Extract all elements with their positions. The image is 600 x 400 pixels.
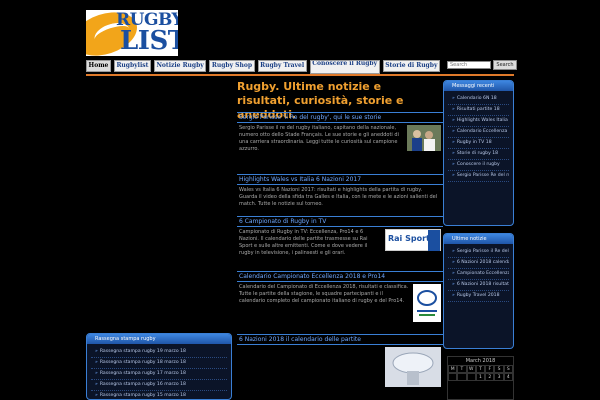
search-input[interactable]: Search xyxy=(447,61,491,69)
main-nav: Home Rugbylist Notizie Rugby Rugby Shop … xyxy=(86,60,440,74)
calendar-day xyxy=(466,373,476,381)
post-item: 6 Nazioni 2018 il calendario delle parti… xyxy=(237,334,443,387)
recent-messages-widget: Messaggi recenti Calendario 6N 18 Risult… xyxy=(443,80,514,226)
weekday-label: T xyxy=(475,365,486,373)
rai-sport-logo[interactable]: Rai Sport 1 xyxy=(385,229,441,251)
list-item[interactable]: Storie di rugby 18 xyxy=(448,149,509,160)
list-item[interactable]: Calendario Eccellenza xyxy=(448,127,509,138)
list-item[interactable]: Risultati partite 18 xyxy=(448,105,509,116)
rai-sport-logo-badge xyxy=(428,230,440,251)
post-excerpt: Wales vs Italia 6 Nazioni 2017: risultat… xyxy=(239,187,438,207)
latest-news-list: Sergio Parisse il Re del rugby 18 6 Nazi… xyxy=(444,244,513,305)
recent-messages-list: Calendario 6N 18 Risultati partite 18 Hi… xyxy=(444,91,513,185)
calendar-widget: March 2018 M T W T F S S 1 2 3 4 xyxy=(447,356,514,400)
calendar-day[interactable]: 1 xyxy=(475,373,486,381)
calendar-day[interactable]: 3 xyxy=(494,373,504,381)
calendar-day xyxy=(457,373,467,381)
post-excerpt: Rai Sport 1 Campionato di Rugby in TV: E… xyxy=(237,227,443,259)
post-title-link[interactable]: Sergio Parisse 'il Re del rugby', qui le… xyxy=(237,112,443,123)
nav-rugby-shop[interactable]: Rugby Shop xyxy=(209,60,255,72)
list-item[interactable]: Rassegna stampa rugby 18 marzo 18 xyxy=(91,358,227,369)
list-item[interactable]: Rassegna stampa rugby 19 marzo 18 xyxy=(91,347,227,358)
list-item[interactable]: Calendario 6N 18 xyxy=(448,94,509,105)
list-item[interactable]: 6 Nazioni 2018 calendario xyxy=(448,258,509,269)
calendar-weekdays: M T W T F S S xyxy=(448,365,513,373)
list-item[interactable]: Sergio Parisse Re del rugby xyxy=(448,171,509,182)
site-logo[interactable]: RUGBY LIST xyxy=(86,10,178,56)
list-item[interactable]: Rugby Travel 2018 xyxy=(448,291,509,302)
post-title-link[interactable]: 6 Campionato di Rugby in TV xyxy=(237,216,443,227)
calendar-week: 1 2 3 4 xyxy=(448,373,513,381)
post-excerpt-text: Calendario del Campionato di Eccellenza … xyxy=(239,284,409,304)
list-item[interactable]: Sergio Parisse il Re del rugby 18 xyxy=(448,247,509,258)
post-excerpt-text: Campionato di Rugby in TV: Eccellenza, P… xyxy=(239,229,368,256)
search-button[interactable]: Search xyxy=(493,60,517,70)
nav-conoscere-il-rugby[interactable]: Conoscere il Rugby xyxy=(309,60,380,74)
widget-title: Messaggi recenti xyxy=(444,81,513,91)
logo-text-list: LIST xyxy=(120,26,178,56)
nav-storie-di-rugby[interactable]: Storie di Rugby xyxy=(382,60,440,72)
post-item: 6 Campionato di Rugby in TV Rai Sport 1 … xyxy=(237,216,443,259)
weekday-label: T xyxy=(457,365,467,373)
nav-home[interactable]: Home xyxy=(86,60,111,72)
six-nations-trophy-image[interactable] xyxy=(385,347,441,387)
post-item: Calendario Campionato Eccellenza 2018 e … xyxy=(237,271,443,322)
list-item[interactable]: 6 Nazioni 2018 risultati xyxy=(448,280,509,291)
nav-rugbylist[interactable]: Rugbylist xyxy=(113,60,151,72)
post-item: Sergio Parisse 'il Re del rugby', qui le… xyxy=(237,112,443,155)
post-title-link[interactable]: Highlights Wales vs Italia 6 Nazioni 201… xyxy=(237,174,443,185)
list-item[interactable]: Highlights Wales Italia xyxy=(448,116,509,127)
calendar-day xyxy=(448,373,458,381)
widget-title: Ultime notizie xyxy=(444,234,513,244)
post-excerpt xyxy=(237,345,443,387)
post-title-link[interactable]: Calendario Campionato Eccellenza 2018 e … xyxy=(237,271,443,282)
list-item[interactable]: Rassegna stampa rugby 16 marzo 18 xyxy=(91,380,227,391)
nav-notizie-rugby[interactable]: Notizie Rugby xyxy=(153,60,207,72)
post-item: Highlights Wales vs Italia 6 Nazioni 201… xyxy=(237,174,443,210)
calendar-day[interactable]: 2 xyxy=(485,373,495,381)
calendar-title: March 2018 xyxy=(465,358,496,364)
post-thumbnail-image[interactable] xyxy=(407,125,441,151)
weekday-label: S xyxy=(494,365,504,373)
weekday-label: W xyxy=(466,365,476,373)
weekday-label: F xyxy=(485,365,495,373)
nav-divider xyxy=(86,74,514,76)
list-item[interactable]: Campionato Eccellenza 18 xyxy=(448,269,509,280)
list-item[interactable]: Rassegna stampa rugby 15 marzo 18 xyxy=(91,391,227,399)
calendar-day[interactable]: 4 xyxy=(503,373,513,381)
nav-rugby-travel[interactable]: Rugby Travel xyxy=(257,60,307,72)
post-title-link[interactable]: 6 Nazioni 2018 il calendario delle parti… xyxy=(237,334,443,345)
federugby-logo-image[interactable] xyxy=(413,284,441,322)
post-excerpt: Calendario del Campionato di Eccellenza … xyxy=(237,282,443,322)
press-review-widget: Rassegna stampa rugby Rassegna stampa ru… xyxy=(86,333,232,400)
widget-title: Rassegna stampa rugby xyxy=(87,334,231,344)
post-excerpt: Sergio Parisse il re del rugby italiano,… xyxy=(237,123,443,155)
post-excerpt-text: Sergio Parisse il re del rugby italiano,… xyxy=(239,125,399,152)
latest-news-widget: Ultime notizie Sergio Parisse il Re del … xyxy=(443,233,514,349)
list-item[interactable]: Conoscere il rugby xyxy=(448,160,509,171)
weekday-label: M xyxy=(448,365,458,373)
weekday-label: S xyxy=(503,365,513,373)
press-review-list: Rassegna stampa rugby 19 marzo 18 Rasseg… xyxy=(87,344,231,399)
list-item[interactable]: Rassegna stampa rugby 17 marzo 18 xyxy=(91,369,227,380)
list-item[interactable]: Rugby in TV 18 xyxy=(448,138,509,149)
